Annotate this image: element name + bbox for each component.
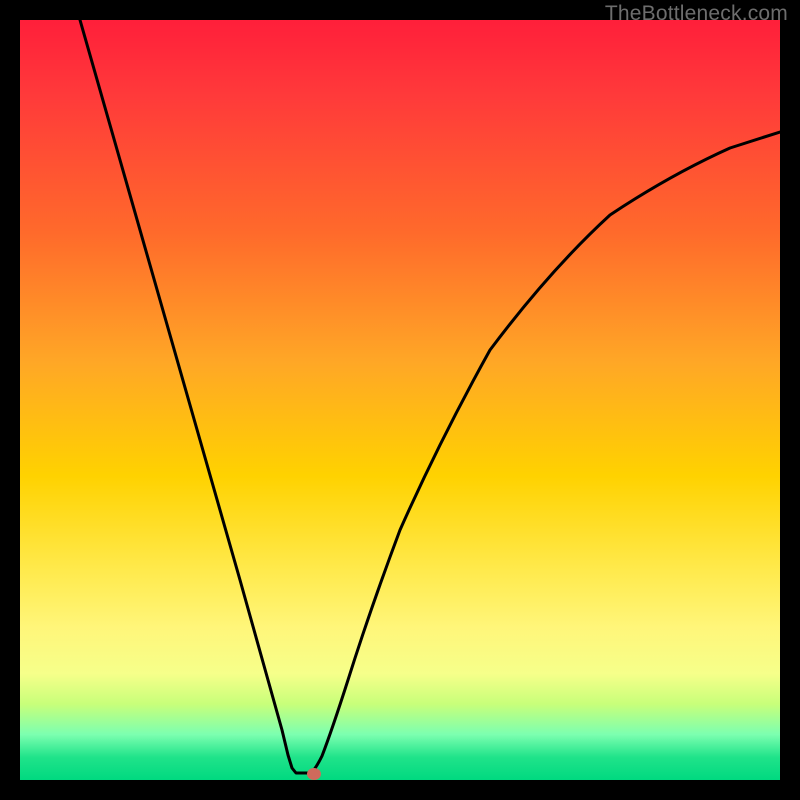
- min-point-marker: [307, 768, 321, 780]
- curve-layer: [20, 20, 780, 780]
- chart-frame: TheBottleneck.com: [0, 0, 800, 800]
- bottleneck-curve: [80, 20, 780, 773]
- watermark-text: TheBottleneck.com: [605, 2, 788, 26]
- plot-area: [20, 20, 780, 780]
